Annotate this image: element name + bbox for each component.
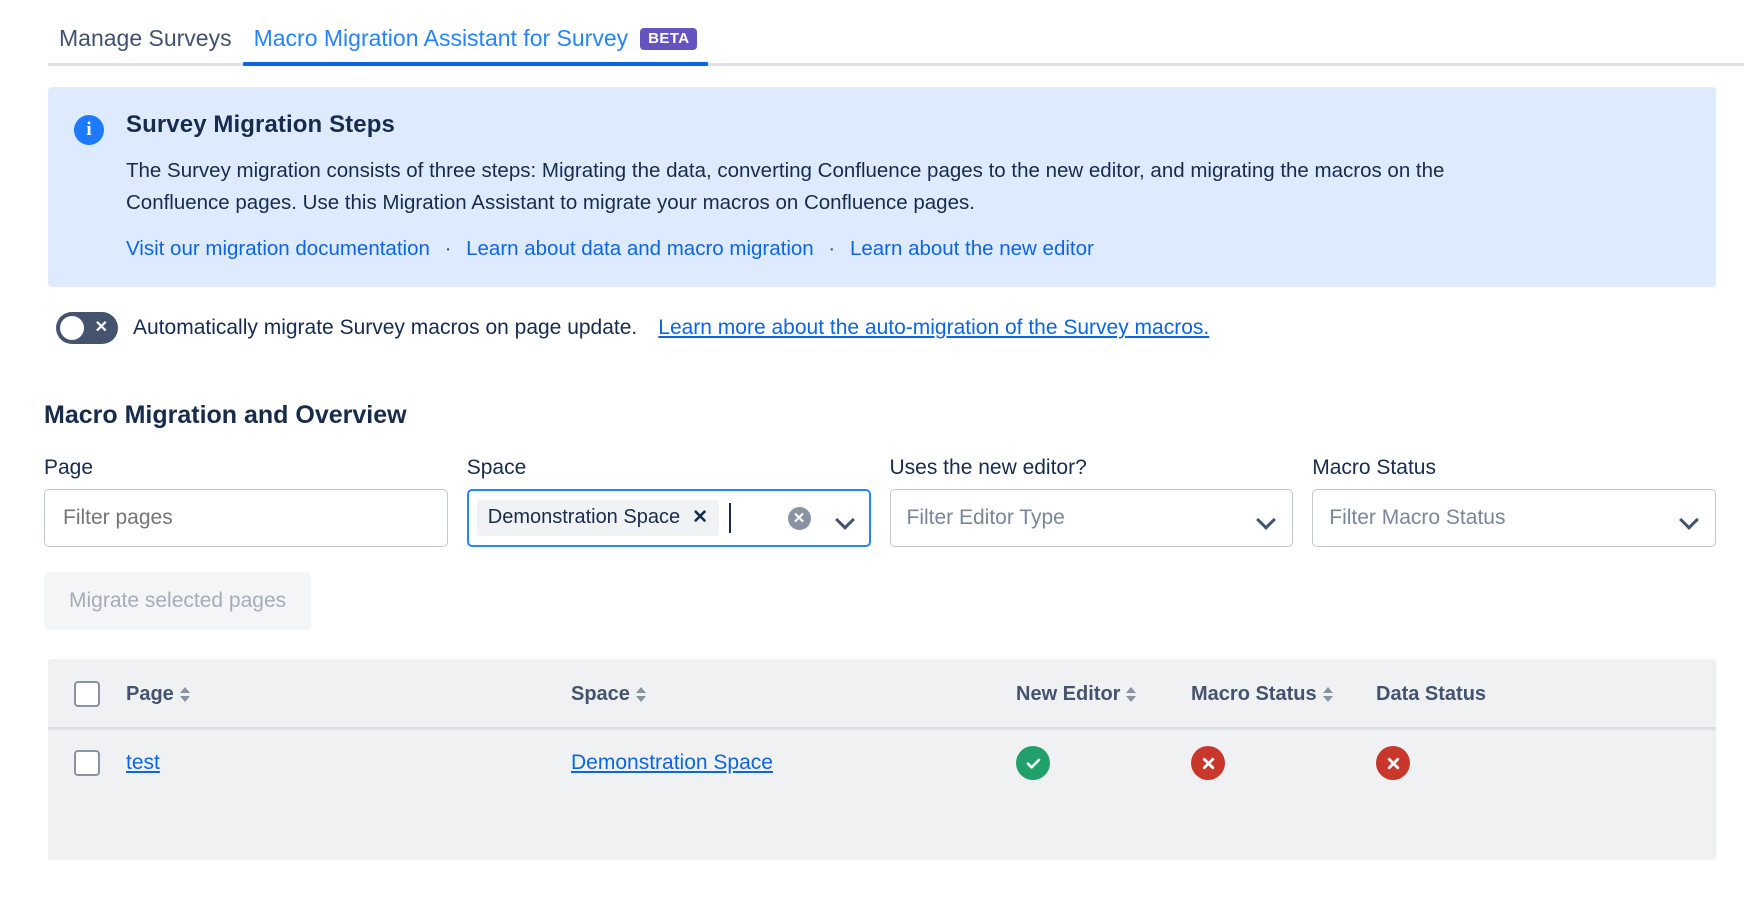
filter-editor-type: Uses the new editor? Filter Editor Type xyxy=(889,456,1294,548)
tab-manage-surveys-label: Manage Surveys xyxy=(59,25,232,51)
header-space[interactable]: Space xyxy=(571,659,1016,731)
clear-circle-icon[interactable]: ✕ xyxy=(787,506,811,530)
space-filter-combobox[interactable]: Demonstration Space ✕ ✕ xyxy=(466,489,871,548)
sort-icon[interactable] xyxy=(1126,686,1137,702)
table-header-row: Page Space New Editor Macro Status Data … xyxy=(48,659,1716,731)
pages-table-container: Page Space New Editor Macro Status Data … xyxy=(48,659,1716,861)
banner-links: Visit our migration documentation · Lear… xyxy=(126,237,1690,261)
macro-status-select[interactable]: Filter Macro Status xyxy=(1312,489,1716,548)
header-macro-status-label: Macro Status xyxy=(1191,682,1317,705)
link-new-editor[interactable]: Learn about the new editor xyxy=(850,237,1094,260)
row-checkbox[interactable] xyxy=(74,750,100,777)
chevron-down-icon[interactable] xyxy=(837,513,855,524)
header-page-label: Page xyxy=(126,682,174,705)
filter-bar: Page Space Demonstration Space ✕ ✕ Uses … xyxy=(44,456,1716,548)
section-title: Macro Migration and Overview xyxy=(44,401,407,430)
row-macro-status-cell xyxy=(1191,729,1376,799)
chevron-down-icon[interactable] xyxy=(1258,513,1276,524)
cross-circle-icon xyxy=(1376,746,1410,781)
tab-macro-migration-assistant[interactable]: Macro Migration Assistant for Survey BET… xyxy=(242,25,709,66)
page-filter-input[interactable] xyxy=(61,505,431,532)
banner-description: The Survey migration consists of three s… xyxy=(126,159,1445,215)
header-new-editor[interactable]: New Editor xyxy=(1016,659,1191,731)
sort-icon[interactable] xyxy=(179,686,190,702)
auto-migrate-row: ✕ Automatically migrate Survey macros on… xyxy=(56,312,1744,345)
filter-editor-type-label: Uses the new editor? xyxy=(889,456,1087,480)
toggle-off-icon: ✕ xyxy=(94,319,108,337)
auto-migrate-label: Automatically migrate Survey macros on p… xyxy=(133,316,638,340)
sort-icon[interactable] xyxy=(635,686,646,702)
row-space-cell: Demonstration Space xyxy=(571,729,1016,799)
filter-macro-status-label: Macro Status xyxy=(1312,456,1436,480)
link-migration-documentation[interactable]: Visit our migration documentation xyxy=(126,237,430,260)
select-all-checkbox[interactable] xyxy=(74,681,100,708)
banner-title: Survey Migration Steps xyxy=(126,111,395,138)
link-data-and-macro-migration[interactable]: Learn about data and macro migration xyxy=(466,237,814,260)
row-data-status-cell xyxy=(1376,729,1716,799)
macro-status-placeholder: Filter Macro Status xyxy=(1329,506,1506,530)
header-macro-status[interactable]: Macro Status xyxy=(1191,659,1376,731)
tab-macro-migration-assistant-label: Macro Migration Assistant for Survey xyxy=(253,25,629,51)
header-data-status-label: Data Status xyxy=(1376,682,1487,705)
row-page-cell: test xyxy=(126,729,571,799)
space-filter-text-caret xyxy=(729,503,731,534)
space-filter-controls: ✕ xyxy=(787,506,861,530)
filter-space-label: Space xyxy=(466,456,527,480)
tab-manage-surveys[interactable]: Manage Surveys xyxy=(48,27,243,66)
space-filter-tag-remove-icon[interactable]: ✕ xyxy=(692,508,708,527)
row-page-link[interactable]: test xyxy=(126,751,160,774)
space-filter-tag: Demonstration Space ✕ xyxy=(476,500,719,537)
tab-bar: Manage Surveys Macro Migration Assistant… xyxy=(0,0,1744,66)
header-space-label: Space xyxy=(571,682,630,705)
editor-type-placeholder: Filter Editor Type xyxy=(906,506,1065,530)
row-space-link[interactable]: Demonstration Space xyxy=(571,751,773,774)
filter-page-label: Page xyxy=(44,456,94,480)
space-filter-tag-label: Demonstration Space xyxy=(487,506,681,529)
link-separator-1: · xyxy=(444,237,452,261)
editor-type-select[interactable]: Filter Editor Type xyxy=(889,489,1294,548)
cross-circle-icon xyxy=(1191,746,1225,781)
auto-migrate-learn-more-link[interactable]: Learn more about the auto-migration of t… xyxy=(658,316,1209,340)
info-icon: i xyxy=(74,115,104,145)
survey-migration-steps-banner: i Survey Migration Steps The Survey migr… xyxy=(48,87,1716,288)
migrate-selected-pages-button[interactable]: Migrate selected pages xyxy=(44,572,312,631)
select-all-header xyxy=(48,659,126,731)
table-row: test Demonstration Space xyxy=(48,729,1716,799)
beta-badge: BETA xyxy=(640,27,698,50)
row-new-editor-cell xyxy=(1016,729,1191,799)
toggle-knob xyxy=(60,316,84,341)
filter-space: Space Demonstration Space ✕ ✕ xyxy=(466,456,871,548)
filter-page: Page xyxy=(44,456,448,548)
page-filter-input-wrap[interactable] xyxy=(44,489,448,548)
auto-migrate-toggle[interactable]: ✕ xyxy=(56,312,118,345)
filter-macro-status: Macro Status Filter Macro Status xyxy=(1312,456,1716,548)
pages-table: Page Space New Editor Macro Status Data … xyxy=(48,659,1716,798)
check-circle-icon xyxy=(1016,746,1050,781)
sort-icon[interactable] xyxy=(1322,686,1333,702)
chevron-down-icon[interactable] xyxy=(1681,513,1699,524)
row-select-cell xyxy=(48,729,126,799)
header-new-editor-label: New Editor xyxy=(1016,682,1121,705)
pages-table-body: test Demonstration Space xyxy=(48,729,1716,799)
link-separator-2: · xyxy=(828,237,836,261)
header-page[interactable]: Page xyxy=(126,659,571,731)
pages-table-head: Page Space New Editor Macro Status Data … xyxy=(48,659,1716,731)
header-data-status: Data Status xyxy=(1376,659,1716,731)
banner-body: Survey Migration Steps The Survey migrat… xyxy=(126,111,1690,261)
